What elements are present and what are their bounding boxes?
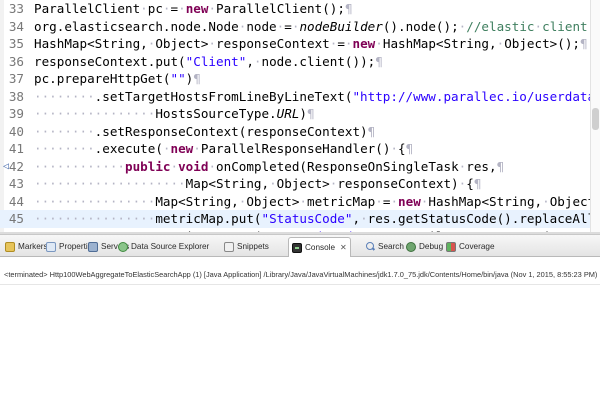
code-text: ················Map<String,·Object>·metr… <box>34 193 600 209</box>
code-text: ················metricMap.put("StatusCod… <box>34 211 600 226</box>
snippets-icon <box>224 241 234 252</box>
line-number: 38 <box>8 88 24 104</box>
code-line-41[interactable]: 41 ········.execute(·new·ParallelResponse… <box>0 140 600 158</box>
tab-label: Snippets <box>237 242 269 251</box>
tab-data-source-explorer[interactable]: Data Source Explorer <box>115 238 212 255</box>
tab-label: Debug <box>419 242 444 251</box>
servers-icon <box>88 241 98 252</box>
console-header: <terminated> Http100WebAggregateToElasti… <box>0 267 600 285</box>
line-number: 44 <box>8 193 24 209</box>
tab-label: Search <box>378 242 404 251</box>
tab-console[interactable]: Console ✕ <box>288 237 351 257</box>
bottom-panel-tabbar: Markers Properties Servers Data Source Expl… <box>0 235 600 257</box>
code-text: HashMap<String,·Object>·responseContext·… <box>34 36 588 51</box>
code-line-34[interactable]: 34 org.elasticsearch.node.Node·node·=·nod… <box>0 18 600 36</box>
line-number: 40 <box>8 123 24 139</box>
code-line-40[interactable]: 40 ········.setResponseContext(responseCo… <box>0 123 600 141</box>
line-number: 35 <box>8 36 24 51</box>
tab-search[interactable]: Search <box>362 238 407 255</box>
line-number: 39 <box>8 106 24 121</box>
line-number: 43 <box>8 176 24 191</box>
code-text: org.elasticsearch.node.Node·node·=·nodeB… <box>34 18 600 34</box>
properties-icon <box>46 241 56 252</box>
search-icon <box>365 241 375 252</box>
data-source-explorer-icon <box>118 241 128 252</box>
code-text: responseContext.put("Client",·node.clien… <box>34 53 383 69</box>
markers-icon <box>5 241 15 252</box>
code-text: ParallelClient·pc·=·new·ParallelClient()… <box>34 1 353 16</box>
close-icon[interactable]: ✕ <box>340 243 347 252</box>
console-icon <box>292 242 302 253</box>
tab-snippets[interactable]: Snippets <box>221 238 272 255</box>
override-marker-icon[interactable]: ◁ <box>2 158 10 176</box>
code-text: pc.prepareHttpGet("")¶ <box>34 71 201 86</box>
code-line-38[interactable]: 38 ········.setTargetHostsFromLineByLineT… <box>0 88 600 106</box>
code-line-42[interactable]: 42 ◁ ············public·void·onCompleted(R… <box>0 158 600 176</box>
console-output[interactable] <box>0 285 600 400</box>
tab-debug[interactable]: Debug <box>403 238 446 255</box>
line-number: 41 <box>8 141 24 156</box>
debug-icon <box>406 241 416 252</box>
tab-coverage[interactable]: Coverage <box>443 238 498 255</box>
line-number: 45 <box>8 211 24 226</box>
code-text: ····················Map<String,·Object>·… <box>34 176 482 191</box>
tab-label: Coverage <box>459 242 495 251</box>
code-line-37[interactable]: 37 pc.prepareHttpGet("")¶ <box>0 70 600 88</box>
code-line-43[interactable]: 43 ····················Map<String,·Object… <box>0 175 600 193</box>
code-line-33[interactable]: 33 ParallelClient·pc·=·new·ParallelClient… <box>0 0 600 18</box>
code-line-36[interactable]: 36 responseContext.put("Client",·node.cli… <box>0 53 600 71</box>
code-line-39[interactable]: 39 ················HostsSourceType.URL)¶ <box>0 105 600 123</box>
coverage-icon <box>446 241 456 252</box>
code-line-45[interactable]: 45 ················metricMap.put("StatusC… <box>0 210 600 228</box>
code-text: ········.setResponseContext(responseCont… <box>34 123 376 139</box>
console-process-label: <terminated> Http100WebAggregateToElasti… <box>4 270 598 279</box>
line-number: 33 <box>8 1 24 16</box>
line-number: 37 <box>8 71 24 86</box>
code-text: ········.execute(·new·ParallelResponseHa… <box>34 141 414 156</box>
code-text: ············public·void·onCompleted(Resp… <box>34 158 505 174</box>
code-line-44[interactable]: 44 ················Map<String,·Object>·me… <box>0 193 600 211</box>
code-text: ················HostsSourceType.URL)¶ <box>34 106 315 121</box>
console-toolbar <box>0 258 600 267</box>
code-line-35[interactable]: 35 HashMap<String,·Object>·responseContex… <box>0 35 600 53</box>
code-editor[interactable]: 33 ParallelClient·pc·=·new·ParallelClient… <box>0 0 600 232</box>
editor-scroll-thumb[interactable] <box>592 108 599 130</box>
editor-vertical-scrollbar[interactable] <box>590 0 600 232</box>
line-number: 34 <box>8 18 24 34</box>
code-text: ········.setTargetHostsFromLineByLineTex… <box>34 88 600 104</box>
tab-label: Console <box>305 243 336 252</box>
line-number: 36 <box>8 53 24 69</box>
tab-label: Data Source Explorer <box>131 242 210 251</box>
